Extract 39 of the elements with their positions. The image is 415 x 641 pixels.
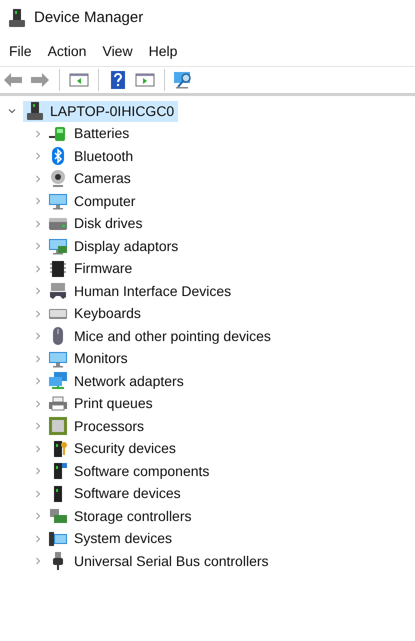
tree-item[interactable]: Computer: [74, 190, 136, 212]
tree-item[interactable]: Universal Serial Bus controllers: [74, 550, 269, 572]
tree-item[interactable]: Disk drives: [74, 213, 142, 234]
tree-item[interactable]: Keyboards: [74, 303, 141, 324]
tree-item[interactable]: System devices: [74, 528, 172, 550]
tree-item[interactable]: Mice and other pointing devices: [74, 326, 271, 347]
processor-icon: [48, 416, 68, 436]
computer-tower-icon: [26, 101, 44, 122]
tree-item[interactable]: Software devices: [74, 483, 181, 504]
monitor-icon: [48, 191, 68, 212]
pane-right-icon: [135, 72, 155, 88]
menu-item[interactable]: Action: [40, 40, 94, 62]
tree-item[interactable]: Storage controllers: [74, 506, 192, 527]
menu-item[interactable]: File: [2, 40, 39, 62]
tree-item[interactable]: Cameras: [74, 168, 131, 190]
tree-item[interactable]: Firmware: [74, 258, 132, 280]
window-title: Device Manager: [34, 8, 144, 28]
network-monitors-icon: [48, 371, 68, 392]
menu-item[interactable]: View: [95, 40, 140, 62]
tree-item[interactable]: Security devices: [74, 438, 176, 460]
computer-tower-icon: [8, 8, 26, 28]
tree-item[interactable]: Software components: [74, 460, 210, 482]
tree-item[interactable]: Bluetooth: [74, 146, 134, 167]
monitor-card-icon: [48, 236, 68, 256]
tree-item[interactable]: LAPTOP-0IHICGC0: [23, 100, 178, 122]
tree-item[interactable]: Network adapters: [74, 370, 184, 392]
left-arrow-icon: [3, 72, 23, 88]
pane-left-icon: [69, 72, 89, 88]
right-arrow-icon: [30, 72, 50, 88]
tree-item[interactable]: Batteries: [74, 123, 130, 144]
tree-item[interactable]: Processors: [74, 416, 144, 437]
help-icon: [110, 70, 126, 90]
tree-item[interactable]: Display adaptors: [74, 236, 178, 257]
webcam-icon: [48, 168, 68, 189]
menu-item[interactable]: Help: [142, 40, 184, 62]
tree-item[interactable]: Human Interface Devices: [74, 280, 232, 302]
tree-item[interactable]: Monitors: [74, 348, 128, 370]
tree-item[interactable]: Print queues: [74, 393, 153, 414]
chip-icon: [48, 258, 68, 279]
